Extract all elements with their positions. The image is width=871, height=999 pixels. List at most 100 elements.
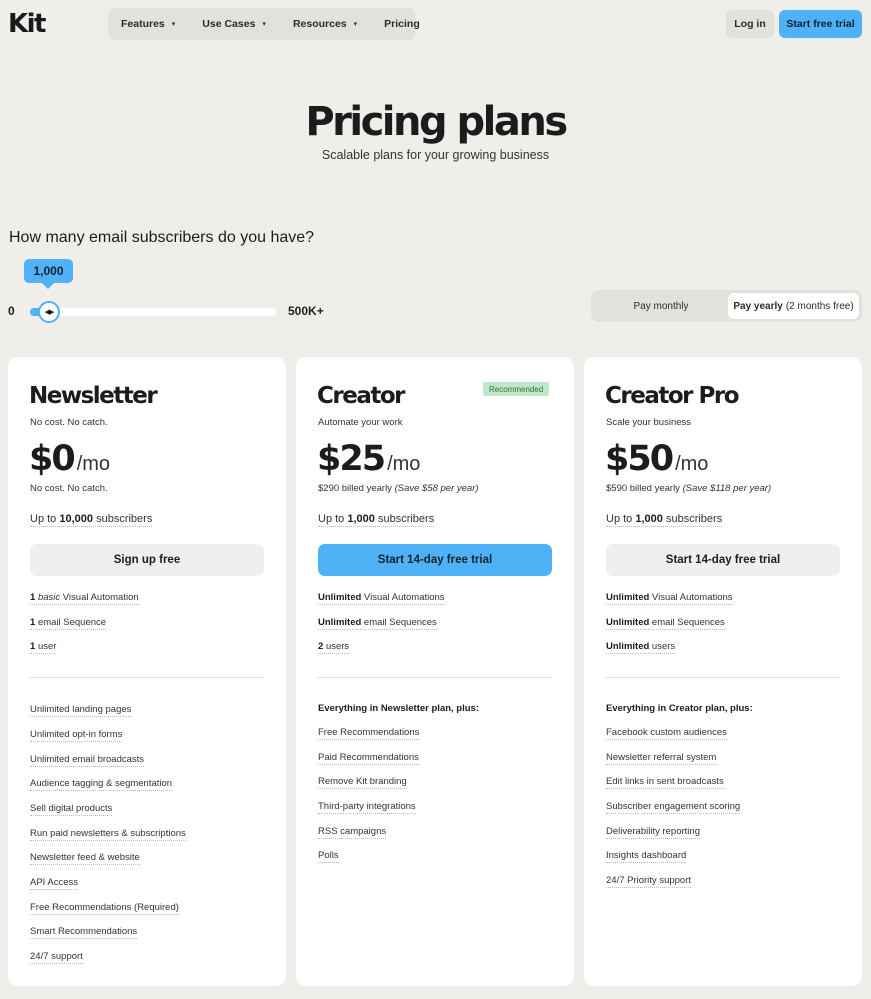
- pay-yearly-note: (2 months free): [785, 300, 854, 312]
- price-amount: $25: [317, 439, 386, 479]
- feature-item[interactable]: Deliverability reporting: [606, 826, 700, 839]
- feature-item[interactable]: Run paid newsletters & subscriptions: [30, 828, 186, 841]
- subscriber-slider-track[interactable]: [30, 308, 276, 316]
- divider: [318, 677, 552, 678]
- subs-prefix: Up to: [606, 513, 633, 525]
- price-unit: /mo: [76, 453, 111, 475]
- subs-suffix: subscribers: [96, 513, 153, 525]
- subscriber-limit[interactable]: Up to 10,000 subscribers: [30, 513, 153, 527]
- feature-item[interactable]: Unlimited email broadcasts: [30, 754, 145, 767]
- login-button[interactable]: Log in: [726, 10, 774, 38]
- plan-price: $25 /mo: [317, 439, 420, 479]
- menu-features[interactable]: Features ▾: [121, 18, 175, 30]
- price-amount: $0: [29, 439, 76, 479]
- start-free-trial-button[interactable]: Start free trial: [779, 10, 862, 38]
- feature-strong: 1: [30, 641, 36, 652]
- top-nav: Kit Features ▾ Use Cases ▾ Resources ▾ P…: [0, 0, 871, 48]
- slider-thumb[interactable]: ◀▶: [38, 301, 60, 323]
- menu-features-label: Features: [121, 18, 165, 30]
- billing-text: $590 billed yearly: [606, 483, 680, 494]
- feature-item[interactable]: Free Recommendations: [318, 727, 420, 740]
- feature-item[interactable]: Smart Recommendations: [30, 926, 138, 939]
- feature-item[interactable]: 1 user: [30, 641, 57, 654]
- feature-item[interactable]: Insights dashboard: [606, 850, 687, 863]
- extras-heading: Everything in Newsletter plan, plus:: [318, 703, 480, 714]
- subs-count: 10,000: [59, 513, 94, 525]
- billing-info: $290 billed yearly (Save $58 per year): [318, 483, 479, 494]
- feature-item[interactable]: 1 email Sequence: [30, 617, 107, 630]
- feature-text: email Sequence: [37, 617, 107, 628]
- billing-text: No cost. No catch.: [30, 483, 108, 494]
- feature-item[interactable]: 1 basic Visual Automation: [30, 592, 139, 605]
- plan-tagline: Automate your work: [318, 417, 403, 428]
- feature-text: email Sequences: [651, 617, 725, 628]
- feature-item[interactable]: Audience tagging & segmentation: [30, 778, 173, 791]
- price-unit: /mo: [675, 453, 709, 475]
- subs-count: 1,000: [635, 513, 663, 525]
- feature-item[interactable]: Sell digital products: [30, 803, 113, 816]
- plan-price: $50 /mo: [605, 439, 708, 479]
- start-trial-button[interactable]: Start 14-day free trial: [318, 544, 552, 576]
- plan-tagline: No cost. No catch.: [30, 417, 108, 428]
- billing-text: $290 billed yearly: [318, 483, 392, 494]
- feature-item[interactable]: Unlimited Visual Automations: [606, 592, 733, 605]
- feature-item[interactable]: Newsletter referral system: [606, 752, 717, 765]
- recommended-badge: Recommended: [483, 382, 550, 396]
- kit-logo[interactable]: Kit: [8, 9, 47, 39]
- divider: [606, 677, 840, 678]
- feature-item[interactable]: Unlimited email Sequences: [606, 617, 725, 630]
- feature-item[interactable]: RSS campaigns: [318, 826, 387, 839]
- feature-strong: 1: [30, 592, 36, 603]
- feature-item[interactable]: Newsletter feed & website: [30, 852, 140, 865]
- feature-item[interactable]: Unlimited landing pages: [30, 704, 132, 717]
- feature-text: user: [37, 641, 57, 652]
- divider: [30, 677, 264, 678]
- feature-item[interactable]: Remove Kit branding: [318, 776, 407, 789]
- caret-down-icon: ▾: [353, 21, 358, 28]
- feature-item[interactable]: 24/7 support: [30, 951, 83, 964]
- feature-item[interactable]: Unlimited users: [606, 641, 676, 654]
- plan-tagline: Scale your business: [606, 417, 692, 428]
- subscriber-limit[interactable]: Up to 1,000 subscribers: [318, 513, 435, 527]
- subscriber-limit[interactable]: Up to 1,000 subscribers: [606, 513, 723, 527]
- feature-item[interactable]: Free Recommendations (Required): [30, 902, 179, 915]
- feature-item[interactable]: Subscriber engagement scoring: [606, 801, 741, 814]
- feature-item[interactable]: Unlimited opt-in forms: [30, 729, 123, 742]
- menu-pricing[interactable]: Pricing: [384, 18, 420, 30]
- subscribers-question: How many email subscribers do you have?: [9, 229, 315, 246]
- drag-arrows-icon: ◀▶: [44, 309, 55, 316]
- subs-suffix: subscribers: [665, 513, 723, 525]
- page-subtitle: Scalable plans for your growing business: [321, 148, 550, 162]
- plan-name: Newsletter: [29, 383, 158, 409]
- feature-item[interactable]: Third-party integrations: [318, 801, 416, 814]
- feature-text: users: [325, 641, 350, 652]
- menu-use-cases[interactable]: Use Cases ▾: [202, 18, 266, 30]
- feature-text: Visual Automations: [651, 592, 733, 603]
- sign-up-free-button[interactable]: Sign up free: [30, 544, 264, 576]
- feature-item[interactable]: 24/7 Priority support: [606, 875, 692, 888]
- feature-item[interactable]: API Access: [30, 877, 79, 890]
- feature-item[interactable]: Edit links in sent broadcasts: [606, 776, 724, 789]
- feature-item[interactable]: Facebook custom audiences: [606, 727, 727, 740]
- slider-max-label: 500K+: [288, 304, 324, 318]
- plan-price: $0 /mo: [29, 439, 110, 479]
- feature-item[interactable]: Unlimited email Sequences: [318, 617, 437, 630]
- feature-em: basic: [37, 592, 61, 603]
- feature-strong: Unlimited: [606, 617, 650, 628]
- feature-item[interactable]: Unlimited Visual Automations: [318, 592, 445, 605]
- feature-item[interactable]: Paid Recommendations: [318, 752, 419, 765]
- feature-item[interactable]: 2 users: [318, 641, 350, 654]
- subs-count: 1,000: [347, 513, 375, 525]
- feature-strong: Unlimited: [318, 617, 362, 628]
- pay-monthly-option[interactable]: Pay monthly: [594, 293, 728, 319]
- pay-yearly-option[interactable]: Pay yearly (2 months free): [728, 293, 859, 319]
- feature-strong: 1: [30, 617, 36, 628]
- pay-yearly-label: Pay yearly: [733, 300, 783, 312]
- menu-resources[interactable]: Resources ▾: [293, 18, 357, 30]
- feature-item[interactable]: Polls: [318, 850, 339, 863]
- billing-toggle: Pay monthly Pay yearly (2 months free): [591, 290, 862, 322]
- start-trial-button[interactable]: Start 14-day free trial: [606, 544, 840, 576]
- feature-text: users: [651, 641, 676, 652]
- plan-card-newsletter: Newsletter No cost. No catch. $0 /mo No …: [8, 357, 286, 986]
- main-menu: Features ▾ Use Cases ▾ Resources ▾ Prici…: [108, 8, 420, 40]
